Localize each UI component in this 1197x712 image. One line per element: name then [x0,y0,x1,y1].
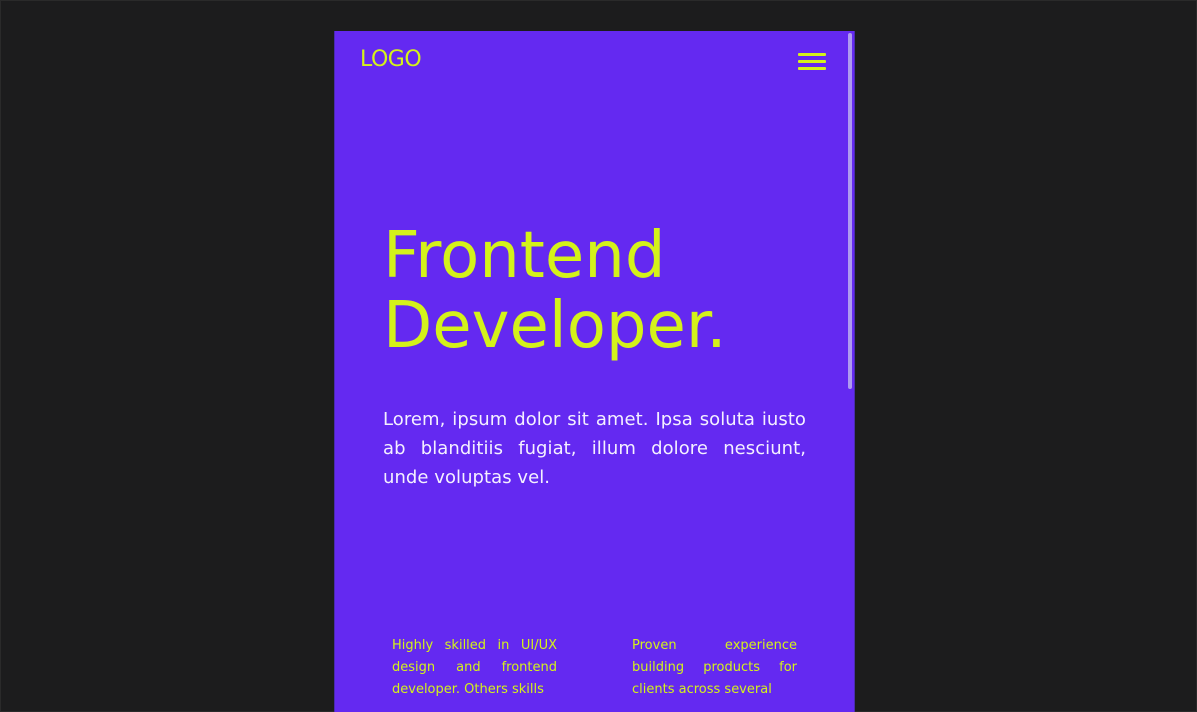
hero-description: Lorem, ipsum dolor sit amet. Ipsa soluta… [383,409,806,488]
menu-bar-bottom [798,67,826,70]
hero-title: Frontend Developer. [383,221,823,361]
hamburger-menu-button[interactable] [796,50,826,74]
menu-bar-middle [798,60,826,63]
hero-title-line-2: Developer. [383,289,727,363]
feature-text-experience: Proven experience building products for … [632,638,797,697]
mobile-preview-frame: LOGO Frontend Developer. Lorem, ipsum do… [334,31,855,712]
site-logo[interactable]: LOGO [360,47,422,72]
feature-text-skills: Highly skilled in UI/UX design and front… [392,638,557,697]
scrollbar-thumb[interactable] [848,33,852,389]
browser-viewport: LOGO Frontend Developer. Lorem, ipsum do… [0,0,1197,712]
menu-bar-top [798,53,826,56]
hero-title-line-1: Frontend [383,219,666,293]
vertical-scrollbar[interactable] [846,31,854,712]
